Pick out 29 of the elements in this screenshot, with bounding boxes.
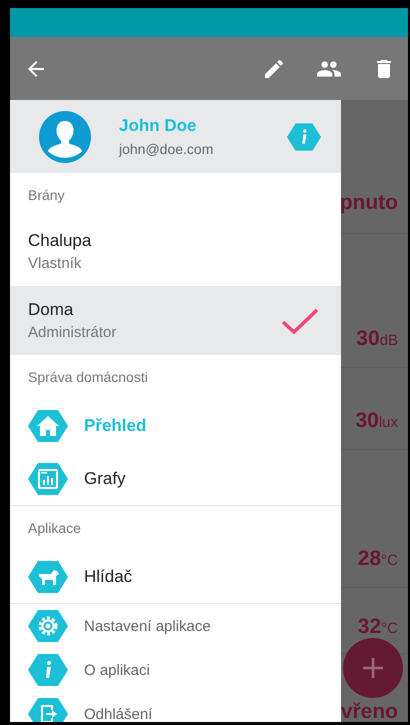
user-email: john@doe.com [119, 141, 214, 157]
reading-value: 32°C [358, 615, 398, 639]
gateway-item[interactable]: Chalupa Vlastník [10, 217, 341, 286]
gateway-item[interactable]: Doma Administrátor [10, 286, 341, 355]
reading-value: vřeno [340, 701, 398, 722]
reading-value: 30lux [355, 409, 398, 433]
info-icon [28, 654, 68, 686]
menu-item[interactable]: Grafy [84, 468, 126, 488]
user-name: John Doe [119, 116, 198, 136]
menu-item[interactable]: O aplikaci [84, 662, 150, 678]
menu-item[interactable]: Odhlášení [84, 706, 152, 722]
gateway-role: Vlastník [28, 255, 82, 272]
avatar-icon [39, 110, 91, 162]
reading-value: pnuto [340, 191, 398, 215]
reading-value: 28°C [358, 547, 398, 571]
section-header: Aplikace [27, 519, 82, 538]
gateway-name: Chalupa [28, 231, 92, 251]
gear-icon [28, 610, 68, 642]
chart-icon [28, 462, 68, 494]
check-icon [281, 306, 319, 334]
dog-icon [28, 560, 68, 592]
gateway-role: Administrátor [28, 324, 118, 341]
section-header: Správa domácnosti [27, 368, 149, 387]
gateway-name: Doma [28, 300, 74, 320]
section-header: Brány [27, 186, 66, 205]
menu-item[interactable]: Hlídač [84, 566, 132, 586]
reading-value: 30dB [356, 327, 398, 351]
house-icon [28, 410, 68, 442]
menu-item[interactable]: Nastavení aplikace [84, 618, 211, 634]
